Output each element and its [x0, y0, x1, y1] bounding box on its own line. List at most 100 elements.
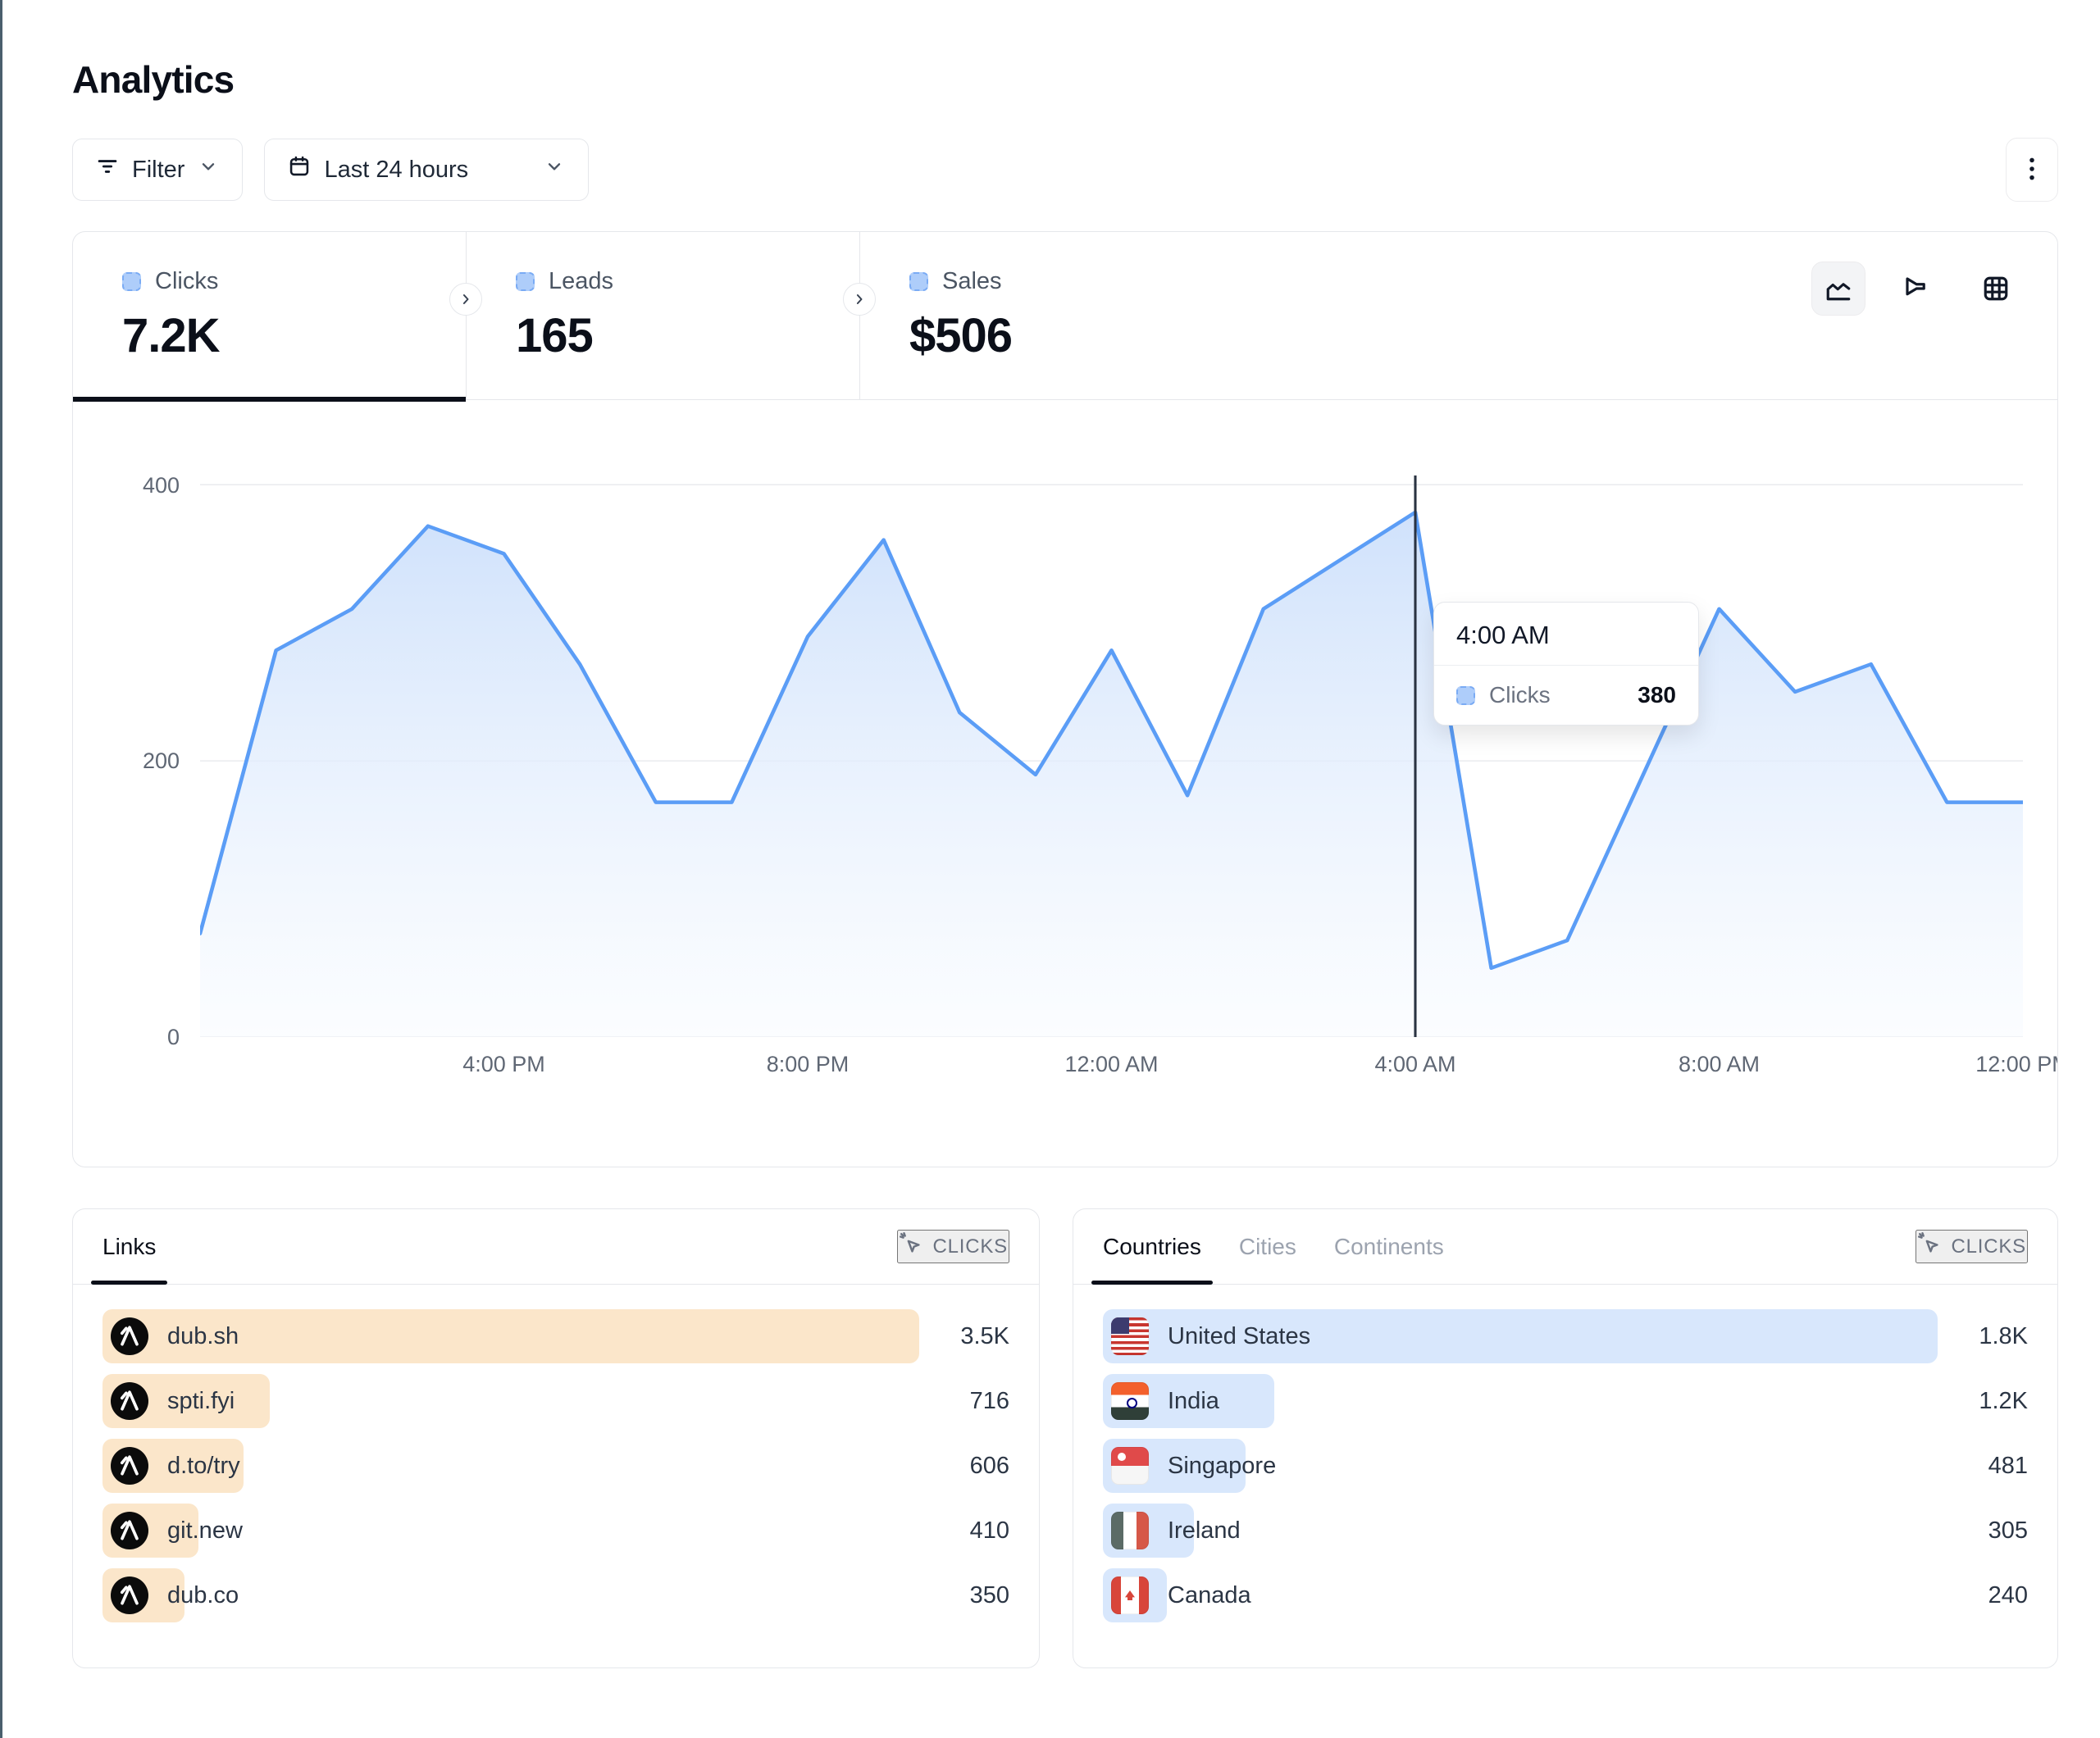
chevron-down-icon — [198, 156, 219, 184]
country-value: 240 — [1938, 1582, 2028, 1609]
countries-panel: Countries Cities Continents CLICKS — [1073, 1208, 2058, 1668]
link-row[interactable]: git.new 410 — [102, 1504, 1009, 1558]
link-label: git.new — [167, 1517, 243, 1545]
stat-next-button[interactable] — [843, 283, 876, 316]
line-chart-icon[interactable] — [1811, 262, 1865, 316]
country-row[interactable]: United States 1.8K — [1103, 1309, 2028, 1363]
tab-continents[interactable]: Continents — [1334, 1209, 1444, 1284]
clicks-legend-icon — [122, 272, 141, 291]
link-value: 3.5K — [919, 1323, 1009, 1350]
country-value: 1.8K — [1938, 1323, 2028, 1350]
analytics-page: Analytics Filter — [0, 0, 2100, 1738]
chevron-down-icon — [544, 156, 565, 184]
canada-flag-icon — [1111, 1576, 1149, 1614]
more-options-button[interactable] — [2006, 138, 2058, 202]
country-row[interactable]: Ireland 305 — [1103, 1504, 2028, 1558]
stat-label: Clicks — [155, 268, 218, 295]
funnel-icon[interactable] — [1890, 262, 1944, 316]
x-axis-tick: 4:00 PM — [462, 1052, 545, 1077]
country-row[interactable]: India 1.2K — [1103, 1374, 2028, 1428]
tab-links[interactable]: Links — [102, 1209, 156, 1284]
filter-button[interactable]: Filter — [72, 139, 243, 201]
us-flag-icon — [1111, 1317, 1149, 1355]
links-panel: Links CLICKS — [72, 1208, 1040, 1668]
link-label: dub.co — [167, 1582, 239, 1609]
country-row[interactable]: Singapore 481 — [1103, 1439, 2028, 1493]
country-label: Canada — [1168, 1582, 1251, 1609]
toolbar: Filter Last 24 hours — [72, 138, 2058, 202]
stat-value: 165 — [516, 308, 859, 363]
country-label: Singapore — [1168, 1453, 1276, 1480]
y-axis-tick: 400 — [143, 473, 180, 498]
sales-legend-icon — [909, 272, 928, 291]
chart-type-toggle — [1811, 262, 2023, 399]
country-label: Ireland — [1168, 1517, 1241, 1545]
dub-logo-icon — [111, 1317, 148, 1355]
date-range-label: Last 24 hours — [324, 157, 468, 184]
tooltip-series-label: Clicks — [1489, 682, 1551, 708]
x-axis-tick: 4:00 AM — [1374, 1052, 1455, 1077]
leads-legend-icon — [516, 272, 535, 291]
analytics-card: Clicks 7.2K Leads 165 — [72, 231, 2058, 1167]
cursor-click-icon — [899, 1231, 923, 1262]
date-range-button[interactable]: Last 24 hours — [264, 139, 589, 201]
y-axis-tick: 200 — [143, 748, 180, 774]
stat-label: Leads — [549, 268, 613, 295]
filter-button-label: Filter — [132, 157, 184, 184]
stats-row: Clicks 7.2K Leads 165 — [73, 232, 2057, 400]
singapore-flag-icon — [1111, 1447, 1149, 1485]
country-value: 1.2K — [1938, 1388, 2028, 1415]
page-title: Analytics — [72, 57, 2058, 102]
tab-countries[interactable]: Countries — [1103, 1209, 1201, 1284]
stat-tab-clicks[interactable]: Clicks 7.2K — [73, 232, 467, 399]
cursor-click-icon — [1917, 1231, 1942, 1262]
y-axis-tick: 0 — [167, 1025, 180, 1050]
chart-area: 400 200 0 4:00 AM Clicks 380 — [73, 400, 2057, 1037]
kebab-icon — [2021, 155, 2043, 185]
chart-tooltip: 4:00 AM Clicks 380 — [1433, 602, 1699, 726]
tab-cities[interactable]: Cities — [1239, 1209, 1296, 1284]
link-label: spti.fyi — [167, 1388, 235, 1415]
stat-value: $506 — [909, 308, 1254, 363]
stat-tab-sales[interactable]: Sales $506 — [860, 232, 1254, 399]
india-flag-icon — [1111, 1382, 1149, 1420]
stat-value: 7.2K — [122, 308, 466, 363]
tooltip-series-icon — [1456, 686, 1475, 705]
country-value: 305 — [1938, 1517, 2028, 1545]
countries-metric-label: CLICKS — [1952, 1235, 2027, 1258]
dub-logo-icon — [111, 1512, 148, 1549]
stat-label: Sales — [942, 268, 1002, 295]
tooltip-time: 4:00 AM — [1434, 603, 1698, 666]
y-axis: 400 200 0 — [93, 446, 200, 1037]
countries-list: United States 1.8K India — [1073, 1285, 2057, 1622]
x-axis-tick: 12:00 AM — [1064, 1052, 1158, 1077]
dub-logo-icon — [111, 1447, 148, 1485]
ireland-flag-icon — [1111, 1512, 1149, 1549]
link-value: 350 — [919, 1582, 1009, 1609]
link-label: d.to/try — [167, 1453, 240, 1480]
link-value: 606 — [919, 1453, 1009, 1480]
filter-icon — [96, 155, 119, 184]
stat-next-button[interactable] — [449, 283, 482, 316]
link-row[interactable]: spti.fyi 716 — [102, 1374, 1009, 1428]
countries-metric-toggle[interactable]: CLICKS — [1916, 1230, 2029, 1263]
links-metric-label: CLICKS — [933, 1235, 1009, 1258]
country-label: United States — [1168, 1323, 1310, 1350]
x-axis: 4:00 PM 8:00 PM 12:00 AM 4:00 AM 8:00 AM… — [200, 1052, 2023, 1094]
x-axis-tick: 8:00 PM — [767, 1052, 850, 1077]
x-axis-tick: 12:00 PM — [1975, 1052, 2058, 1077]
link-value: 410 — [919, 1517, 1009, 1545]
links-metric-toggle[interactable]: CLICKS — [897, 1230, 1010, 1263]
clicks-area-chart[interactable]: 4:00 AM Clicks 380 — [200, 446, 2023, 1037]
table-grid-icon[interactable] — [1969, 262, 2023, 316]
country-row[interactable]: Canada 240 — [1103, 1568, 2028, 1622]
country-value: 481 — [1938, 1453, 2028, 1480]
x-axis-tick: 8:00 AM — [1679, 1052, 1760, 1077]
link-value: 716 — [919, 1388, 1009, 1415]
calendar-icon — [288, 155, 311, 184]
stat-tab-leads[interactable]: Leads 165 — [467, 232, 860, 399]
link-row[interactable]: dub.sh 3.5K — [102, 1309, 1009, 1363]
link-row[interactable]: d.to/try 606 — [102, 1439, 1009, 1493]
links-list: dub.sh 3.5K spti.fyi — [73, 1285, 1039, 1622]
link-row[interactable]: dub.co 350 — [102, 1568, 1009, 1622]
